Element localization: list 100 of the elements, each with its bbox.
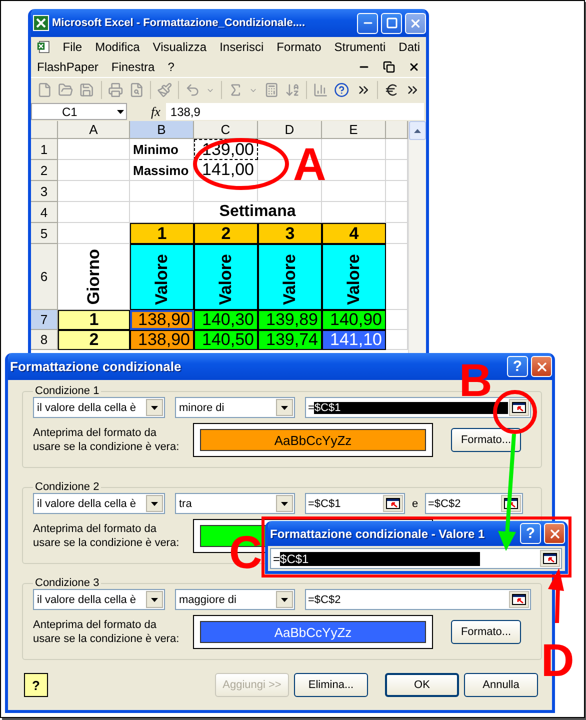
menu-item[interactable]: Modifica [95, 40, 140, 54]
caret-icon [281, 502, 288, 506]
dropdown-button[interactable] [146, 495, 163, 512]
table-cell: 2 [194, 223, 258, 244]
help-icon[interactable] [334, 82, 350, 98]
table-cell [58, 202, 130, 223]
help-button[interactable]: ? [507, 356, 528, 377]
close-icon[interactable] [408, 61, 420, 73]
caret-icon [281, 406, 288, 410]
restore-icon[interactable] [383, 61, 395, 73]
document-icon [37, 39, 50, 55]
table-cell: 139,74 [258, 330, 322, 350]
table-cell: 140,90 [322, 310, 386, 330]
function-button[interactable]: fx [151, 104, 160, 120]
table-cell: 140,50 [194, 330, 258, 350]
assistant-button[interactable]: ? [24, 673, 48, 697]
spreadsheet-app-icon [33, 15, 49, 31]
dropdown-button[interactable] [146, 591, 163, 608]
menu-item[interactable]: Dati [398, 40, 420, 54]
dropdown[interactable]: minore di [175, 397, 295, 418]
caret-icon [117, 110, 124, 114]
dialog-button[interactable]: Annulla [464, 673, 538, 697]
name-box[interactable]: C1 [31, 103, 127, 120]
table-cell: 139,89 [258, 310, 322, 330]
caret-icon [151, 502, 158, 506]
close-button[interactable] [544, 523, 565, 544]
caret-icon [151, 598, 158, 602]
table-cell [322, 181, 386, 202]
row-header[interactable]: 4 [31, 202, 58, 223]
dropdown-button[interactable] [276, 591, 293, 608]
scroll-up-button[interactable] [409, 121, 426, 140]
dropdown-button[interactable] [146, 399, 163, 416]
close-button[interactable] [531, 356, 552, 377]
formula-field[interactable]: 138,9 [166, 103, 424, 120]
dropdown[interactable]: il valore della cella è [33, 589, 165, 610]
column-header[interactable]: E [322, 121, 386, 139]
dropdown[interactable]: il valore della cella è [33, 493, 165, 514]
pointer-arrow [548, 568, 564, 624]
dropdown[interactable]: maggiore di [175, 589, 295, 610]
column-header[interactable]: A [58, 121, 130, 139]
joiner-label: e [411, 498, 419, 510]
collapse-dialog-icon [543, 553, 557, 564]
row-header[interactable]: 6 [31, 244, 58, 310]
row-header[interactable]: 3 [31, 181, 58, 202]
table-cell [58, 139, 130, 160]
menu-item[interactable]: Visualizza [152, 40, 207, 54]
row-header[interactable]: 8 [31, 330, 58, 350]
preview-label: Anteprima del formato da usare se la condizione è vera: [33, 426, 180, 454]
menu-item[interactable]: Finestra [111, 60, 155, 74]
input-field[interactable]: =$C$1 [270, 548, 562, 569]
collapse-dialog-button[interactable] [383, 495, 403, 512]
row-header[interactable]: 2 [31, 160, 58, 181]
table-cell: 141,00 [194, 160, 258, 181]
input-field[interactable]: =$C$1 [305, 493, 405, 514]
column-header[interactable]: C [194, 121, 258, 139]
menu-item[interactable]: Strumenti [334, 40, 386, 54]
dropdown[interactable]: tra [175, 493, 295, 514]
dialog-title: Formattazione condizionale - Valore 1 [270, 526, 486, 540]
row-header[interactable]: 5 [31, 223, 58, 244]
collapse-dialog-button[interactable] [540, 550, 560, 567]
highlight-circle [493, 390, 537, 434]
menu-item[interactable]: File [62, 40, 82, 54]
table-cell: 140,30 [194, 310, 258, 330]
format-button[interactable]: Formato... [451, 620, 521, 644]
preview-text: AaBbCcYyZz [274, 432, 352, 448]
table-cell [58, 160, 130, 181]
input-field[interactable]: =$C$2 [425, 493, 523, 514]
help-button[interactable]: ? [520, 523, 541, 544]
collapse-dialog-button[interactable] [509, 399, 529, 416]
table-cell: Valore [258, 244, 322, 310]
up-arrow-icon [414, 128, 421, 132]
dialog-button[interactable]: OK [385, 673, 459, 697]
table-cell: Massimo [130, 160, 194, 181]
collapse-dialog-button[interactable] [509, 591, 529, 608]
table-cell: 141,10 [322, 330, 386, 350]
table-cell [194, 181, 258, 202]
collapse-dialog-icon [512, 402, 526, 413]
table-cell: 138,90 [130, 310, 194, 330]
input-field[interactable]: =$C$1 [305, 397, 531, 418]
close-button[interactable] [405, 12, 426, 34]
minimize-button[interactable] [357, 12, 378, 34]
row-header[interactable]: 1 [31, 139, 58, 160]
column-header[interactable]: B [130, 121, 194, 139]
input-field[interactable]: =$C$2 [305, 589, 531, 610]
dropdown-button[interactable] [276, 495, 293, 512]
format-button[interactable]: Formato... [451, 428, 521, 452]
menu-item[interactable]: Inserisci [220, 40, 264, 54]
table-cell: Valore [130, 244, 194, 310]
caret-icon [151, 406, 158, 410]
column-header[interactable]: D [258, 121, 322, 139]
caret-icon [281, 598, 288, 602]
dropdown-button[interactable] [276, 399, 293, 416]
menu-item[interactable]: Formato [276, 40, 322, 54]
maximize-button[interactable] [381, 12, 402, 34]
menu-item[interactable]: FlashPaper [37, 60, 98, 74]
menu-item[interactable]: ? [168, 60, 174, 74]
dropdown[interactable]: il valore della cella è [33, 397, 165, 418]
euro-icon[interactable] [384, 82, 399, 98]
dialog-button[interactable]: Elimina... [294, 673, 368, 697]
row-header[interactable]: 7 [31, 310, 58, 330]
